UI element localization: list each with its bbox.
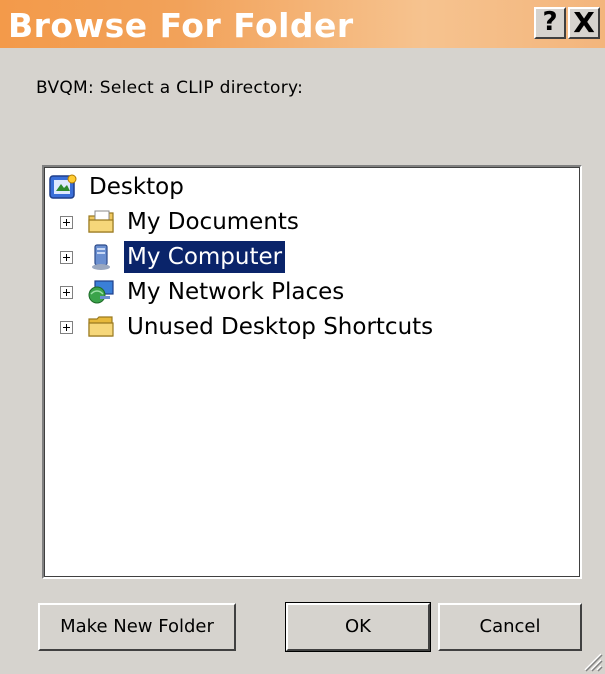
my-computer-icon: [92, 244, 110, 270]
close-button[interactable]: X: [568, 7, 600, 39]
help-button[interactable]: ?: [534, 7, 566, 39]
tree-node-my-computer[interactable]: My Computer: [48, 241, 448, 273]
make-new-folder-button[interactable]: Make New Folder: [38, 603, 236, 651]
ok-button[interactable]: OK: [285, 602, 431, 652]
expand-unused-shortcuts-icon[interactable]: [60, 321, 73, 334]
tree-node-my-network-places[interactable]: My Network Places: [48, 276, 448, 308]
tree-node-unused-desktop-shortcuts[interactable]: Unused Desktop Shortcuts: [48, 311, 528, 343]
help-icon: ?: [542, 7, 558, 37]
resize-grip-icon[interactable]: [581, 650, 603, 672]
close-icon: X: [573, 6, 595, 39]
tree-label-unused-desktop-shortcuts: Unused Desktop Shortcuts: [127, 314, 434, 340]
tree-label-my-documents: My Documents: [127, 209, 299, 235]
title-bar[interactable]: Browse For Folder ? X: [0, 0, 605, 48]
cancel-button[interactable]: Cancel: [438, 603, 582, 651]
tree-label-desktop: Desktop: [89, 174, 184, 200]
tree-node-my-documents[interactable]: My Documents: [48, 206, 448, 238]
expand-my-computer-icon[interactable]: [60, 251, 73, 264]
tree-label-my-computer: My Computer: [124, 241, 286, 273]
expand-my-documents-icon[interactable]: [60, 216, 73, 229]
folder-icon: [88, 316, 114, 337]
browse-for-folder-dialog: Browse For Folder ? X BVQM: Select a CLI…: [0, 0, 605, 674]
tree-node-desktop[interactable]: Desktop: [48, 171, 348, 203]
dialog-prompt: BVQM: Select a CLIP directory:: [36, 78, 304, 98]
tree-label-my-network-places: My Network Places: [127, 279, 345, 305]
network-places-icon: [88, 280, 114, 304]
expand-network-places-icon[interactable]: [60, 286, 73, 299]
folder-tree[interactable]: Desktop My Documents My Computer My Netw…: [42, 165, 582, 579]
my-documents-icon: [88, 210, 114, 233]
window-title: Browse For Folder: [8, 6, 354, 45]
desktop-icon: [49, 174, 77, 199]
